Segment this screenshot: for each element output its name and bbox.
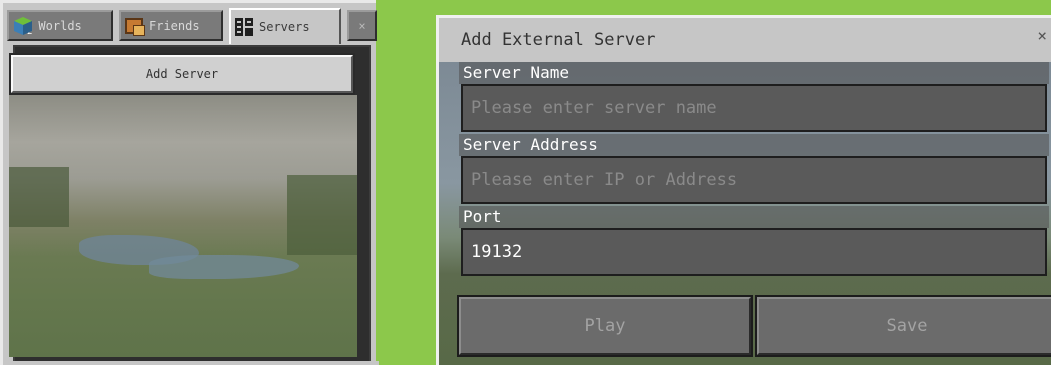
save-button-label: Save xyxy=(886,316,928,336)
server-form: Server Name Server Address Port xyxy=(459,62,1049,278)
tab-friends-label: Friends xyxy=(149,18,200,33)
server-list-panel: 2 Worlds Friends Servers × xyxy=(0,0,379,365)
play-button-label: Play xyxy=(584,316,626,336)
play-button[interactable]: Play xyxy=(457,295,753,357)
tab-friends[interactable]: Friends xyxy=(119,10,223,41)
save-button[interactable]: Save xyxy=(755,295,1051,357)
port-label: Port xyxy=(459,206,1049,228)
tab-servers[interactable]: Servers xyxy=(229,8,341,44)
server-address-input[interactable] xyxy=(461,156,1047,204)
dialog-buttons: Play Save xyxy=(457,295,1051,357)
dialog-header: Add External Server × xyxy=(439,18,1051,62)
friends-icon xyxy=(125,17,145,36)
close-icon[interactable]: × xyxy=(1037,26,1047,45)
server-name-label: Server Name xyxy=(459,62,1049,84)
panel-bottom-edge xyxy=(3,361,379,365)
add-external-server-dialog: Add External Server × Server Name Server… xyxy=(436,15,1051,365)
add-server-label: Add Server xyxy=(145,67,219,81)
tab-servers-label: Servers xyxy=(259,20,310,34)
port-input[interactable] xyxy=(461,228,1047,276)
add-server-button[interactable]: Add Server xyxy=(9,53,355,95)
close-icon: × xyxy=(358,18,366,33)
server-name-input[interactable] xyxy=(461,84,1047,132)
servers-icon xyxy=(235,18,253,36)
dialog-title: Add External Server xyxy=(461,30,656,50)
background-landscape xyxy=(9,95,357,357)
tab-worlds[interactable]: 2 Worlds xyxy=(7,10,113,41)
tab-bar: 2 Worlds Friends Servers × xyxy=(7,6,377,44)
server-address-label: Server Address xyxy=(459,134,1049,156)
panel-close-button[interactable]: × xyxy=(347,10,377,41)
tab-worlds-label: Worlds xyxy=(38,18,82,33)
grass-cube-icon xyxy=(13,16,33,36)
